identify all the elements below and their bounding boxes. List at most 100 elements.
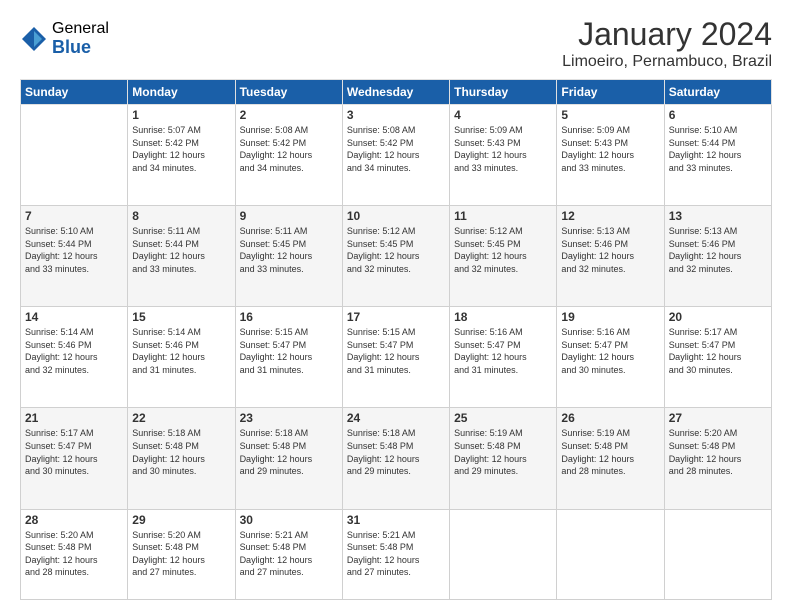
- day-info: Sunrise: 5:10 AMSunset: 5:44 PMDaylight:…: [25, 225, 123, 275]
- day-number: 30: [240, 513, 338, 527]
- day-number: 2: [240, 108, 338, 122]
- day-info: Sunrise: 5:13 AMSunset: 5:46 PMDaylight:…: [561, 225, 659, 275]
- day-info: Sunrise: 5:15 AMSunset: 5:47 PMDaylight:…: [240, 326, 338, 376]
- calendar-cell: 29Sunrise: 5:20 AMSunset: 5:48 PMDayligh…: [128, 509, 235, 600]
- day-info: Sunrise: 5:20 AMSunset: 5:48 PMDaylight:…: [132, 529, 230, 579]
- day-info: Sunrise: 5:21 AMSunset: 5:48 PMDaylight:…: [347, 529, 445, 579]
- day-number: 10: [347, 209, 445, 223]
- day-number: 16: [240, 310, 338, 324]
- week-row-3: 21 Sunrise: 5:17 AMSunset: 5:47 PMDayligh…: [21, 408, 772, 509]
- calendar-cell: 4Sunrise: 5:09 AMSunset: 5:43 PMDaylight…: [450, 105, 557, 206]
- day-info: Sunrise: 5:08 AMSunset: 5:42 PMDaylight:…: [240, 124, 338, 174]
- day-info: Sunrise: 5:16 AMSunset: 5:47 PMDaylight:…: [454, 326, 552, 376]
- header: General Blue January 2024 Limoeiro, Pern…: [20, 16, 772, 71]
- day-info: Sunrise: 5:08 AMSunset: 5:42 PMDaylight:…: [347, 124, 445, 174]
- weekday-header-monday: Monday: [128, 80, 235, 105]
- calendar-cell: [450, 509, 557, 600]
- day-info: Sunrise: 5:11 AMSunset: 5:44 PMDaylight:…: [132, 225, 230, 275]
- calendar-cell: 17Sunrise: 5:15 AMSunset: 5:47 PMDayligh…: [342, 307, 449, 408]
- calendar-cell: 7 Sunrise: 5:10 AMSunset: 5:44 PMDaylight…: [21, 206, 128, 307]
- location-subtitle: Limoeiro, Pernambuco, Brazil: [562, 53, 772, 71]
- calendar-cell: 2 Sunrise: 5:08 AMSunset: 5:42 PMDaylight…: [235, 105, 342, 206]
- logo-blue: Blue: [52, 38, 109, 58]
- logo-general: General: [52, 20, 109, 38]
- day-number: 6: [669, 108, 767, 122]
- calendar-cell: [557, 509, 664, 600]
- day-info: Sunrise: 5:18 AMSunset: 5:48 PMDaylight:…: [240, 427, 338, 477]
- day-info: Sunrise: 5:14 AMSunset: 5:46 PMDaylight:…: [132, 326, 230, 376]
- calendar-cell: 24 Sunrise: 5:18 AMSunset: 5:48 PMDayligh…: [342, 408, 449, 509]
- day-number: 31: [347, 513, 445, 527]
- day-number: 9: [240, 209, 338, 223]
- calendar-cell: 8 Sunrise: 5:11 AMSunset: 5:44 PMDaylight…: [128, 206, 235, 307]
- day-info: Sunrise: 5:19 AMSunset: 5:48 PMDaylight:…: [454, 427, 552, 477]
- calendar-cell: 23 Sunrise: 5:18 AMSunset: 5:48 PMDayligh…: [235, 408, 342, 509]
- day-info: Sunrise: 5:14 AMSunset: 5:46 PMDaylight:…: [25, 326, 123, 376]
- day-info: Sunrise: 5:17 AMSunset: 5:47 PMDaylight:…: [25, 427, 123, 477]
- day-info: Sunrise: 5:16 AMSunset: 5:47 PMDaylight:…: [561, 326, 659, 376]
- weekday-header-saturday: Saturday: [664, 80, 771, 105]
- calendar-cell: 3 Sunrise: 5:08 AMSunset: 5:42 PMDaylight…: [342, 105, 449, 206]
- day-number: 15: [132, 310, 230, 324]
- day-number: 12: [561, 209, 659, 223]
- logo-text: General Blue: [52, 20, 109, 57]
- weekday-header-friday: Friday: [557, 80, 664, 105]
- day-number: 4: [454, 108, 552, 122]
- day-info: Sunrise: 5:20 AMSunset: 5:48 PMDaylight:…: [669, 427, 767, 477]
- day-number: 23: [240, 411, 338, 425]
- day-info: Sunrise: 5:17 AMSunset: 5:47 PMDaylight:…: [669, 326, 767, 376]
- day-number: 14: [25, 310, 123, 324]
- calendar: SundayMondayTuesdayWednesdayThursdayFrid…: [20, 79, 772, 600]
- day-number: 26: [561, 411, 659, 425]
- weekday-header-tuesday: Tuesday: [235, 80, 342, 105]
- day-number: 3: [347, 108, 445, 122]
- day-info: Sunrise: 5:11 AMSunset: 5:45 PMDaylight:…: [240, 225, 338, 275]
- day-number: 11: [454, 209, 552, 223]
- day-number: 8: [132, 209, 230, 223]
- weekday-header-row: SundayMondayTuesdayWednesdayThursdayFrid…: [21, 80, 772, 105]
- week-row-0: 1Sunrise: 5:07 AMSunset: 5:42 PMDaylight…: [21, 105, 772, 206]
- day-number: 25: [454, 411, 552, 425]
- weekday-header-thursday: Thursday: [450, 80, 557, 105]
- day-info: Sunrise: 5:18 AMSunset: 5:48 PMDaylight:…: [347, 427, 445, 477]
- week-row-2: 14 Sunrise: 5:14 AMSunset: 5:46 PMDayligh…: [21, 307, 772, 408]
- calendar-cell: 9 Sunrise: 5:11 AMSunset: 5:45 PMDaylight…: [235, 206, 342, 307]
- day-info: Sunrise: 5:12 AMSunset: 5:45 PMDaylight:…: [347, 225, 445, 275]
- calendar-cell: 13 Sunrise: 5:13 AMSunset: 5:46 PMDayligh…: [664, 206, 771, 307]
- calendar-cell: 1Sunrise: 5:07 AMSunset: 5:42 PMDaylight…: [128, 105, 235, 206]
- calendar-cell: 27 Sunrise: 5:20 AMSunset: 5:48 PMDayligh…: [664, 408, 771, 509]
- calendar-cell: 25 Sunrise: 5:19 AMSunset: 5:48 PMDayligh…: [450, 408, 557, 509]
- page: General Blue January 2024 Limoeiro, Pern…: [0, 0, 792, 612]
- calendar-cell: 20 Sunrise: 5:17 AMSunset: 5:47 PMDayligh…: [664, 307, 771, 408]
- calendar-cell: 19 Sunrise: 5:16 AMSunset: 5:47 PMDayligh…: [557, 307, 664, 408]
- day-info: Sunrise: 5:12 AMSunset: 5:45 PMDaylight:…: [454, 225, 552, 275]
- day-number: 19: [561, 310, 659, 324]
- calendar-cell: 10 Sunrise: 5:12 AMSunset: 5:45 PMDayligh…: [342, 206, 449, 307]
- day-number: 1: [132, 108, 230, 122]
- day-info: Sunrise: 5:19 AMSunset: 5:48 PMDaylight:…: [561, 427, 659, 477]
- day-info: Sunrise: 5:13 AMSunset: 5:46 PMDaylight:…: [669, 225, 767, 275]
- day-number: 22: [132, 411, 230, 425]
- calendar-cell: [664, 509, 771, 600]
- day-number: 27: [669, 411, 767, 425]
- day-number: 21: [25, 411, 123, 425]
- weekday-header-sunday: Sunday: [21, 80, 128, 105]
- calendar-cell: 18Sunrise: 5:16 AMSunset: 5:47 PMDayligh…: [450, 307, 557, 408]
- day-number: 24: [347, 411, 445, 425]
- day-info: Sunrise: 5:09 AMSunset: 5:43 PMDaylight:…: [561, 124, 659, 174]
- logo-icon: [20, 25, 48, 53]
- calendar-cell: 22 Sunrise: 5:18 AMSunset: 5:48 PMDayligh…: [128, 408, 235, 509]
- day-info: Sunrise: 5:10 AMSunset: 5:44 PMDaylight:…: [669, 124, 767, 174]
- weekday-header-wednesday: Wednesday: [342, 80, 449, 105]
- month-title: January 2024: [562, 16, 772, 53]
- day-number: 13: [669, 209, 767, 223]
- logo: General Blue: [20, 20, 109, 57]
- calendar-cell: 30Sunrise: 5:21 AMSunset: 5:48 PMDayligh…: [235, 509, 342, 600]
- day-number: 20: [669, 310, 767, 324]
- day-number: 7: [25, 209, 123, 223]
- calendar-cell: 16 Sunrise: 5:15 AMSunset: 5:47 PMDayligh…: [235, 307, 342, 408]
- calendar-cell: 26 Sunrise: 5:19 AMSunset: 5:48 PMDayligh…: [557, 408, 664, 509]
- calendar-cell: 12 Sunrise: 5:13 AMSunset: 5:46 PMDayligh…: [557, 206, 664, 307]
- calendar-cell: [21, 105, 128, 206]
- day-info: Sunrise: 5:18 AMSunset: 5:48 PMDaylight:…: [132, 427, 230, 477]
